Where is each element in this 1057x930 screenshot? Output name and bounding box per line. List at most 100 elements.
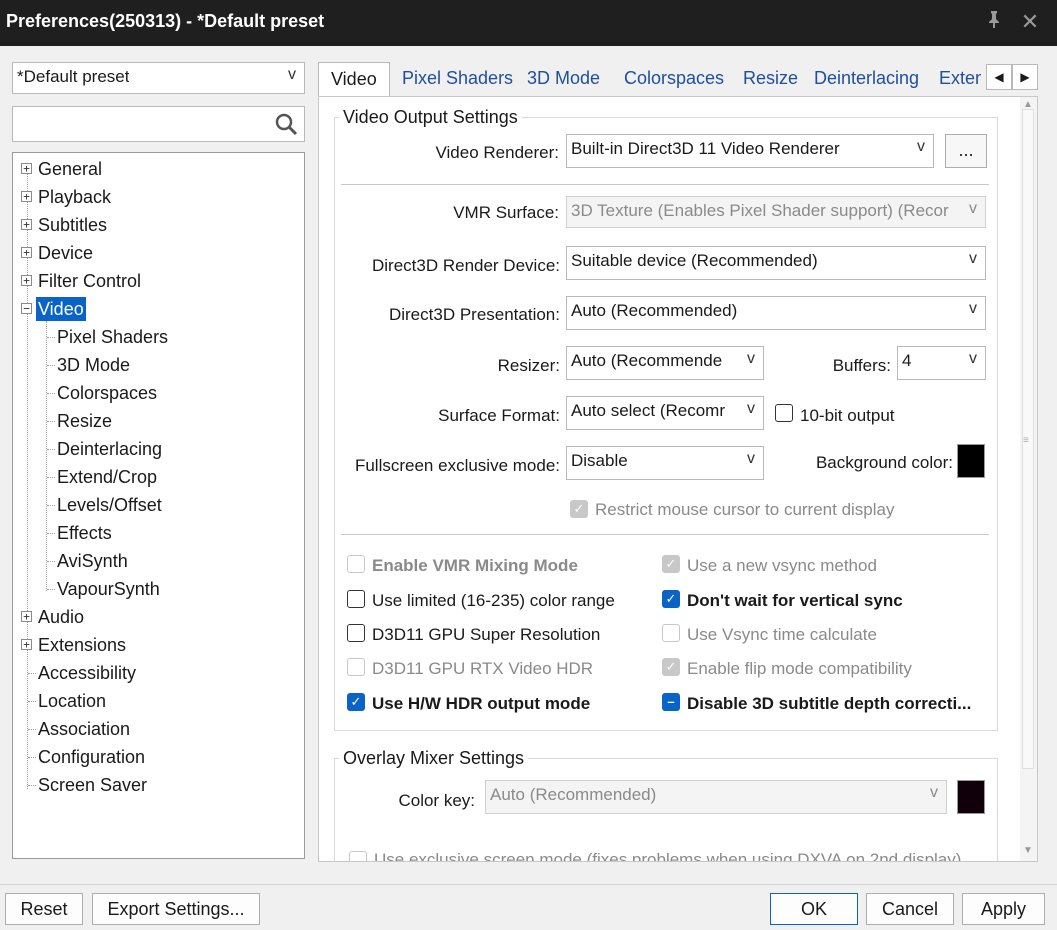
tab-3d-mode[interactable]: 3D Mode <box>527 62 600 96</box>
tab-colorspaces[interactable]: Colorspaces <box>624 62 724 96</box>
rtx-hdr-label: D3D11 GPU RTX Video HDR <box>372 659 594 678</box>
3d-subtitle-depth-label: Disable 3D subtitle depth correcti... <box>687 694 972 713</box>
limited-range-checkbox[interactable] <box>347 590 365 608</box>
vertical-scrollbar[interactable]: ▲ ≡ ▼ <box>1020 97 1037 861</box>
tree-item-accessibility[interactable]: Accessibility <box>38 661 136 685</box>
tree-item-levels-offset[interactable]: Levels/Offset <box>57 493 162 517</box>
buffers-select[interactable]: 4 v <box>897 346 986 380</box>
expand-icon[interactable]: + <box>21 219 32 230</box>
close-icon[interactable]: ✕ <box>1015 8 1045 36</box>
flip-mode-checkbox: ✓ <box>662 658 680 676</box>
no-vsync-wait-checkbox[interactable]: ✓ <box>662 590 680 608</box>
restrict-cursor-label: Restrict mouse cursor to current display <box>595 500 895 519</box>
reset-button[interactable]: Reset <box>5 893 83 925</box>
expand-icon[interactable]: + <box>21 639 32 650</box>
d3d-presentation-select[interactable]: Auto (Recommended) v <box>566 296 986 330</box>
tab-scroll-right-icon[interactable]: ▶ <box>1012 64 1038 90</box>
resizer-select[interactable]: Auto (Recommende v <box>566 346 764 380</box>
tab-resize[interactable]: Resize <box>743 62 798 96</box>
vmr-surface-select: 3D Texture (Enables Pixel Shader support… <box>566 196 986 228</box>
chevron-down-icon: v <box>969 250 977 267</box>
window-title: Preferences(250313) - *Default preset <box>6 11 325 31</box>
tab-video[interactable]: Video <box>318 62 390 97</box>
tree-item-screen-saver[interactable]: Screen Saver <box>38 773 147 797</box>
renderer-options-button[interactable]: ... <box>945 134 987 168</box>
hw-hdr-checkbox[interactable]: ✓ <box>347 693 365 711</box>
chevron-down-icon: v <box>969 200 977 217</box>
exclusive-screen-checkbox <box>349 851 367 861</box>
color-key-select: Auto (Recommended) v <box>485 780 947 814</box>
tab-extensions[interactable]: Exten <box>939 62 981 96</box>
background-color-swatch[interactable] <box>957 444 985 478</box>
chevron-down-icon: v <box>747 400 755 417</box>
fullscreen-mode-select[interactable]: Disable v <box>566 446 764 480</box>
pin-icon[interactable] <box>979 8 1009 36</box>
tree-item-pixel-shaders[interactable]: Pixel Shaders <box>57 325 168 349</box>
3d-subtitle-depth-checkbox[interactable]: – <box>662 693 680 711</box>
tenbit-output-checkbox[interactable] <box>775 404 793 422</box>
color-key-swatch[interactable] <box>957 780 985 814</box>
video-output-group-title: Video Output Settings <box>339 107 522 128</box>
vsync-time-label: Use Vsync time calculate <box>687 625 877 644</box>
chevron-down-icon: v <box>969 350 977 367</box>
tree-item-extend-crop[interactable]: Extend/Crop <box>57 465 157 489</box>
chevron-down-icon: v <box>747 450 755 467</box>
search-box[interactable] <box>12 106 305 142</box>
d3d-device-select[interactable]: Suitable device (Recommended) v <box>566 246 986 280</box>
no-vsync-wait-label: Don't wait for vertical sync <box>687 591 903 610</box>
video-renderer-label: Video Renderer: <box>435 143 560 162</box>
tenbit-output-label: 10-bit output <box>800 406 895 425</box>
apply-button[interactable]: Apply <box>962 893 1045 925</box>
tree-item-association[interactable]: Association <box>38 717 130 741</box>
tree-item-deinterlacing[interactable]: Deinterlacing <box>57 437 162 461</box>
tree-item-colorspaces[interactable]: Colorspaces <box>57 381 157 405</box>
tab-scroll-left-icon[interactable]: ◀ <box>986 64 1012 90</box>
preset-combo-value: *Default preset <box>17 67 130 86</box>
d3d-presentation-label: Direct3D Presentation: <box>388 305 560 324</box>
expand-icon[interactable]: + <box>21 163 32 174</box>
collapse-icon[interactable]: − <box>21 303 32 314</box>
expand-icon[interactable]: + <box>21 191 32 202</box>
settings-tree[interactable]: + General + Playback + Subtitles + Devic… <box>12 152 305 859</box>
title-bar: Preferences(250313) - *Default preset ✕ <box>0 0 1057 46</box>
surface-format-select[interactable]: Auto select (Recomr v <box>566 396 764 430</box>
vsync-time-checkbox <box>662 624 680 642</box>
tab-pixel-shaders[interactable]: Pixel Shaders <box>402 62 513 96</box>
limited-range-label: Use limited (16-235) color range <box>372 591 615 610</box>
tree-item-3d-mode[interactable]: 3D Mode <box>57 353 130 377</box>
preset-combo[interactable]: *Default preset v <box>12 62 305 94</box>
video-renderer-select[interactable]: Built-in Direct3D 11 Video Renderer v <box>566 134 934 168</box>
tree-item-avisynth[interactable]: AviSynth <box>57 549 128 573</box>
super-resolution-checkbox[interactable] <box>347 624 365 642</box>
tree-item-vapoursynth[interactable]: VapourSynth <box>57 577 160 601</box>
tree-item-configuration[interactable]: Configuration <box>38 745 145 769</box>
tab-deinterlacing[interactable]: Deinterlacing <box>814 62 919 96</box>
cancel-button[interactable]: Cancel <box>866 893 954 925</box>
surface-format-label: Surface Format: <box>438 406 560 425</box>
search-icon[interactable] <box>274 112 298 141</box>
expand-icon[interactable]: + <box>21 247 32 258</box>
ok-button[interactable]: OK <box>770 893 858 925</box>
tree-item-location[interactable]: Location <box>38 689 106 713</box>
restrict-cursor-checkbox: ✓ <box>570 500 588 518</box>
overlay-mixer-group-title: Overlay Mixer Settings <box>339 748 529 769</box>
tree-item-resize[interactable]: Resize <box>57 409 112 433</box>
dialog-footer: Reset Export Settings... OK Cancel Apply <box>0 884 1057 930</box>
scroll-grip-icon: ≡ <box>1023 435 1029 446</box>
scroll-down-icon[interactable]: ▼ <box>1023 845 1033 856</box>
vmr-surface-label: VMR Surface: <box>453 203 559 222</box>
flip-mode-label: Enable flip mode compatibility <box>687 659 912 678</box>
export-settings-button[interactable]: Export Settings... <box>92 893 260 925</box>
chevron-down-icon: v <box>930 784 938 801</box>
fullscreen-mode-label: Fullscreen exclusive mode: <box>354 456 560 475</box>
hw-hdr-label: Use H/W HDR output mode <box>372 694 591 713</box>
background-color-label: Background color: <box>815 453 953 472</box>
rtx-hdr-checkbox <box>347 658 365 676</box>
tree-item-effects[interactable]: Effects <box>57 521 112 545</box>
expand-icon[interactable]: + <box>21 611 32 622</box>
search-input[interactable] <box>17 111 267 137</box>
video-settings-panel: Video Output Settings Video Renderer: Bu… <box>318 96 1038 862</box>
expand-icon[interactable]: + <box>21 275 32 286</box>
separator <box>341 534 989 535</box>
chevron-down-icon: v <box>288 66 296 83</box>
